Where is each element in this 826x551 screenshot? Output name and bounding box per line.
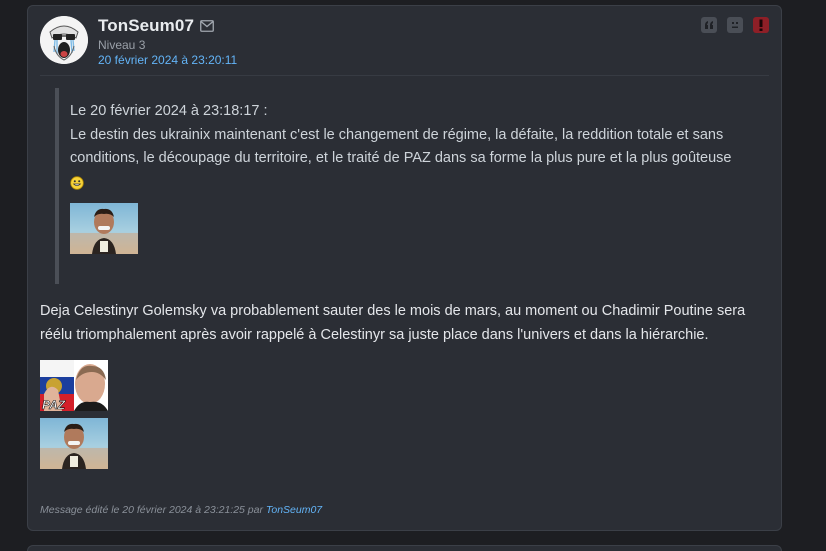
author-avatar[interactable]: [40, 16, 88, 64]
quote-header: Le 20 février 2024 à 23:18:17 :: [70, 103, 268, 119]
post-body: Deja Celestinyr Golemsky va probablement…: [40, 303, 746, 343]
ignore-face-icon[interactable]: [727, 17, 743, 33]
next-post-edge: [27, 545, 782, 551]
quote-bar: [55, 88, 59, 284]
quote-icon[interactable]: [701, 17, 717, 33]
report-alert-icon[interactable]: [753, 17, 769, 33]
sticker-paz-text: PAZ: [42, 398, 66, 411]
grinning-smiley-icon: [70, 175, 84, 190]
author-level: Niveau 3: [98, 38, 146, 52]
quote-text: Le destin des ukrainix maintenant c'est …: [70, 126, 732, 167]
mail-icon[interactable]: [200, 19, 214, 32]
edit-note-text: Message édité le 20 février 2024 à 23:21…: [40, 504, 263, 516]
post-date-link[interactable]: 20 février 2024 à 23:20:11: [98, 53, 237, 67]
header-divider: [40, 75, 769, 76]
edit-author-link[interactable]: TonSeum07: [266, 504, 322, 516]
forum-post: TonSeum07 Niveau 3 20 février 2024 à 23:…: [27, 5, 782, 531]
quote-body: Le 20 février 2024 à 23:18:17 : Le desti…: [70, 100, 755, 194]
author-name[interactable]: TonSeum07: [98, 16, 194, 36]
post-actions: [701, 17, 769, 33]
putin-paz-sticker[interactable]: PAZ: [40, 360, 108, 411]
page: TonSeum07 Niveau 3 20 février 2024 à 23:…: [0, 0, 826, 551]
ronaldo-beach-sticker[interactable]: [40, 418, 108, 469]
quote-block: Le 20 février 2024 à 23:18:17 : Le desti…: [55, 88, 755, 284]
ronaldo-beach-sticker[interactable]: [70, 203, 138, 254]
edit-note: Message édité le 20 février 2024 à 23:21…: [40, 504, 322, 516]
crying-face-avatar-icon: [40, 16, 88, 64]
